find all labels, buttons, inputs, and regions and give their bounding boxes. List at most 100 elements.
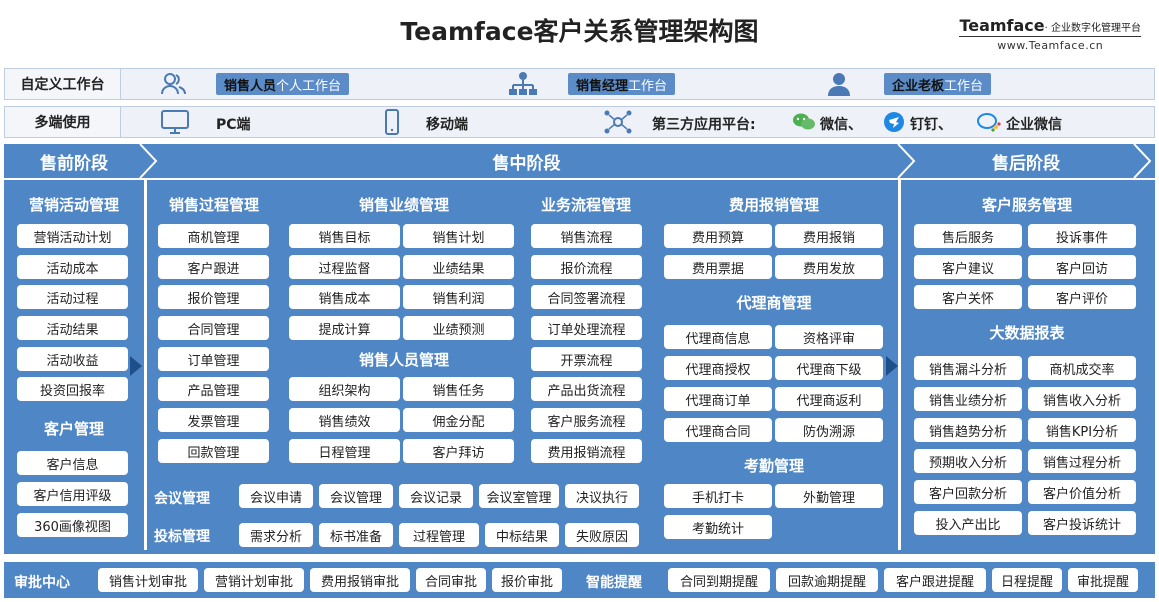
box-flow-0[interactable]: 销售流程 — [531, 224, 642, 248]
box-perf-7[interactable]: 业绩预测 — [403, 316, 514, 340]
box-bigdata-4[interactable]: 销售趋势分析 — [914, 418, 1022, 442]
box-attend-2[interactable]: 考勤统计 — [664, 515, 772, 539]
box-process-4[interactable]: 订单管理 — [158, 347, 269, 371]
box-staff-2[interactable]: 销售绩效 — [289, 408, 400, 432]
box-expense-2[interactable]: 费用票据 — [664, 255, 772, 279]
box-service-1[interactable]: 投诉事件 — [1028, 224, 1136, 248]
box-process-2[interactable]: 报价管理 — [158, 285, 269, 309]
box-agent-5[interactable]: 代理商返利 — [775, 387, 883, 411]
box-bigdata-9[interactable]: 客户价值分析 — [1028, 480, 1136, 504]
box-agent-2[interactable]: 代理商授权 — [664, 356, 772, 380]
box-reminder-4[interactable]: 审批提醒 — [1068, 568, 1138, 592]
box-bigdata-5[interactable]: 销售KPI分析 — [1028, 418, 1136, 442]
box-service-4[interactable]: 客户关怀 — [914, 285, 1022, 309]
dingtalk-label: 钉钉、 — [910, 117, 952, 133]
box-flow-5[interactable]: 产品出货流程 — [531, 377, 642, 401]
box-marketing-0[interactable]: 营销活动计划 — [17, 224, 128, 248]
box-service-0[interactable]: 售后服务 — [914, 224, 1022, 248]
box-bigdata-10[interactable]: 投入产出比 — [914, 511, 1022, 535]
box-meeting-2[interactable]: 会议记录 — [399, 484, 473, 508]
box-process-7[interactable]: 回款管理 — [158, 439, 269, 463]
box-process-0[interactable]: 商机管理 — [158, 224, 269, 248]
box-staff-5[interactable]: 客户拜访 — [403, 439, 514, 463]
box-bid-1[interactable]: 标书准备 — [319, 523, 393, 547]
box-marketing-2[interactable]: 活动过程 — [17, 285, 128, 309]
box-agent-4[interactable]: 代理商订单 — [664, 387, 772, 411]
box-reminder-0[interactable]: 合同到期提醒 — [668, 568, 770, 592]
box-process-5[interactable]: 产品管理 — [158, 377, 269, 401]
box-perf-4[interactable]: 销售成本 — [289, 285, 400, 309]
box-marketing-5[interactable]: 投资回报率 — [17, 377, 128, 401]
box-process-1[interactable]: 客户跟进 — [158, 255, 269, 279]
box-attend-1[interactable]: 外勤管理 — [775, 484, 883, 508]
box-expense-3[interactable]: 费用发放 — [775, 255, 883, 279]
box-bigdata-7[interactable]: 销售过程分析 — [1028, 449, 1136, 473]
box-meeting-1[interactable]: 会议管理 — [319, 484, 393, 508]
box-staff-0[interactable]: 组织架构 — [289, 377, 400, 401]
box-perf-6[interactable]: 提成计算 — [289, 316, 400, 340]
box-bigdata-1[interactable]: 商机成交率 — [1028, 356, 1136, 380]
box-flow-7[interactable]: 费用报销流程 — [531, 439, 642, 463]
box-attend-0[interactable]: 手机打卡 — [664, 484, 772, 508]
box-reminder-2[interactable]: 客户跟进提醒 — [884, 568, 986, 592]
box-flow-3[interactable]: 订单处理流程 — [531, 316, 642, 340]
box-service-3[interactable]: 客户回访 — [1028, 255, 1136, 279]
box-perf-0[interactable]: 销售目标 — [289, 224, 400, 248]
box-bid-4[interactable]: 失败原因 — [565, 523, 639, 547]
box-expense-1[interactable]: 费用报销 — [775, 224, 883, 248]
workspace-sales-manager[interactable]: 销售经理 工作台 — [568, 73, 676, 95]
workspace-sales-rep[interactable]: 销售人员 个人工作台 — [216, 73, 350, 95]
box-staff-4[interactable]: 日程管理 — [289, 439, 400, 463]
section-expense-title: 费用报销管理 — [728, 196, 819, 214]
box-perf-2[interactable]: 过程监督 — [289, 255, 400, 279]
box-agent-6[interactable]: 代理商合同 — [664, 418, 772, 442]
box-approval-2[interactable]: 费用报销审批 — [310, 568, 410, 592]
box-bid-0[interactable]: 需求分析 — [239, 523, 313, 547]
box-customer-2[interactable]: 360画像视图 — [17, 513, 128, 537]
box-bigdata-6[interactable]: 预期收入分析 — [914, 449, 1022, 473]
box-agent-7[interactable]: 防伪溯源 — [775, 418, 883, 442]
box-service-2[interactable]: 客户建议 — [914, 255, 1022, 279]
box-marketing-4[interactable]: 活动收益 — [17, 347, 128, 371]
box-agent-1[interactable]: 资格评审 — [775, 325, 883, 349]
box-marketing-1[interactable]: 活动成本 — [17, 255, 128, 279]
box-approval-0[interactable]: 销售计划审批 — [98, 568, 198, 592]
box-bigdata-3[interactable]: 销售收入分析 — [1028, 387, 1136, 411]
box-agent-3[interactable]: 代理商下级 — [775, 356, 883, 380]
box-customer-0[interactable]: 客户信息 — [17, 451, 128, 475]
box-reminder-1[interactable]: 回款逾期提醒 — [776, 568, 878, 592]
box-perf-1[interactable]: 销售计划 — [403, 224, 514, 248]
box-bigdata-8[interactable]: 客户回款分析 — [914, 480, 1022, 504]
box-meeting-3[interactable]: 会议室管理 — [479, 484, 559, 508]
box-service-5[interactable]: 客户评价 — [1028, 285, 1136, 309]
box-approval-3[interactable]: 合同审批 — [416, 568, 486, 592]
box-staff-3[interactable]: 佣金分配 — [403, 408, 514, 432]
section-bigdata-title: 大数据报表 — [989, 324, 1065, 342]
box-perf-3[interactable]: 业绩结果 — [403, 255, 514, 279]
box-expense-0[interactable]: 费用预算 — [664, 224, 772, 248]
flow-arrow-1 — [130, 356, 142, 376]
box-flow-6[interactable]: 客户服务流程 — [531, 408, 642, 432]
box-process-6[interactable]: 发票管理 — [158, 408, 269, 432]
box-approval-4[interactable]: 报价审批 — [492, 568, 562, 592]
box-flow-2[interactable]: 合同签署流程 — [531, 285, 642, 309]
box-marketing-3[interactable]: 活动结果 — [17, 316, 128, 340]
box-reminder-3[interactable]: 日程提醒 — [992, 568, 1062, 592]
box-perf-5[interactable]: 销售利润 — [403, 285, 514, 309]
box-bigdata-11[interactable]: 客户投诉统计 — [1028, 511, 1136, 535]
box-agent-0[interactable]: 代理商信息 — [664, 325, 772, 349]
box-meeting-0[interactable]: 会议申请 — [239, 484, 313, 508]
box-bid-2[interactable]: 过程管理 — [399, 523, 479, 547]
box-process-3[interactable]: 合同管理 — [158, 316, 269, 340]
box-bid-3[interactable]: 中标结果 — [485, 523, 559, 547]
workspace-boss[interactable]: 企业老板 工作台 — [884, 73, 992, 95]
box-staff-1[interactable]: 销售任务 — [403, 377, 514, 401]
box-approval-1[interactable]: 营销计划审批 — [204, 568, 304, 592]
box-flow-1[interactable]: 报价流程 — [531, 255, 642, 279]
box-bigdata-0[interactable]: 销售漏斗分析 — [914, 356, 1022, 380]
box-bigdata-2[interactable]: 销售业绩分析 — [914, 387, 1022, 411]
brand-url: www.Teamface.cn — [997, 39, 1104, 52]
box-flow-4[interactable]: 开票流程 — [531, 347, 642, 371]
box-customer-1[interactable]: 客户信用评级 — [17, 482, 128, 506]
box-meeting-4[interactable]: 决议执行 — [565, 484, 639, 508]
